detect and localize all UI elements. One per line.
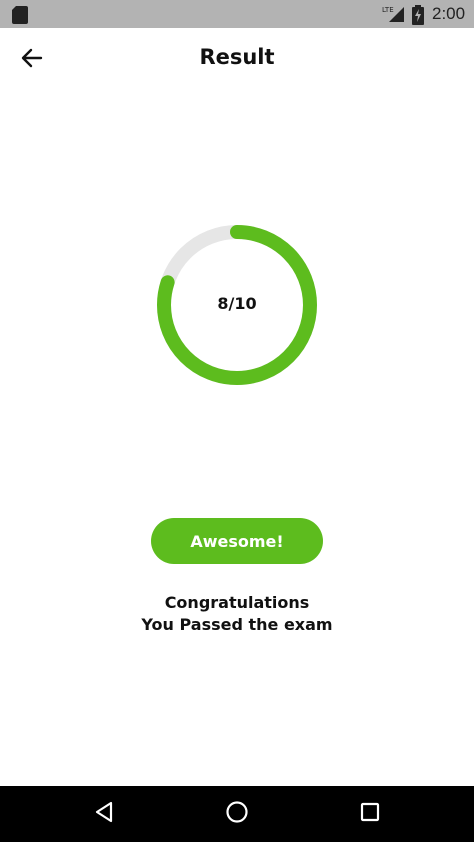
network-label: LTE bbox=[382, 6, 394, 14]
page-title: Result bbox=[199, 45, 275, 69]
nav-back-button[interactable] bbox=[90, 800, 118, 828]
circle-home-icon bbox=[225, 800, 249, 828]
nav-recents-button[interactable] bbox=[356, 800, 384, 828]
triangle-back-icon bbox=[93, 801, 115, 827]
result-message: Congratulations You Passed the exam bbox=[0, 592, 474, 636]
app-bar: Result bbox=[0, 28, 474, 92]
message-line-passed: You Passed the exam bbox=[141, 615, 333, 634]
score-label: 8/10 bbox=[217, 294, 257, 313]
lte-signal-icon: LTE bbox=[382, 5, 406, 27]
sd-card-icon bbox=[12, 6, 28, 28]
nav-home-button[interactable] bbox=[223, 800, 251, 828]
score-progress-ring: 8/10 bbox=[156, 224, 318, 386]
navigation-bar bbox=[0, 786, 474, 842]
awesome-button[interactable]: Awesome! bbox=[151, 518, 323, 564]
message-line-congratulations: Congratulations bbox=[164, 593, 310, 612]
square-recents-icon bbox=[359, 801, 381, 827]
battery-charging-icon bbox=[412, 5, 424, 29]
status-bar: LTE 2:00 bbox=[0, 0, 474, 28]
status-time: 2:00 bbox=[432, 4, 466, 23]
